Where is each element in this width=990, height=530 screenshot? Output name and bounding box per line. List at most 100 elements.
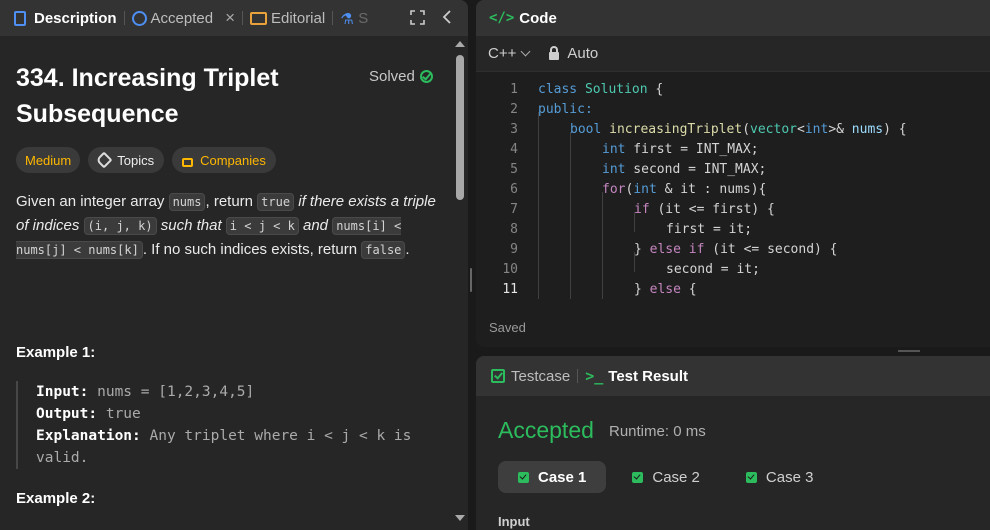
terminal-icon: >_ [585, 367, 604, 385]
language-select[interactable]: C++ [488, 45, 516, 62]
inline-code: false [361, 241, 406, 259]
statement-text: . [405, 241, 410, 258]
result-status: Accepted [498, 417, 594, 443]
case-label: Case 2 [652, 468, 700, 486]
code-token: second = INT_MAX; [625, 162, 767, 177]
line-number: 8 [510, 222, 518, 237]
code-token: for [602, 182, 626, 197]
code-token: ( [742, 122, 751, 137]
case-3-button[interactable]: Case 3 [726, 461, 834, 493]
tab-solutions-label: S [358, 9, 369, 27]
code-token: int [602, 162, 626, 177]
vertical-resize-handle[interactable] [470, 268, 472, 292]
example-explanation-line: Explanation: Any triplet where i < j < k… [36, 425, 436, 469]
code-token: int [602, 142, 626, 157]
tab-divider [242, 11, 243, 25]
companies-button[interactable]: Companies [172, 147, 276, 173]
code-icon: </> [489, 10, 515, 26]
code-token: if [634, 202, 650, 217]
inline-code: i < j < k [225, 217, 299, 235]
tab-divider [332, 11, 334, 25]
statement-text: and [298, 217, 333, 234]
line-number: 5 [510, 162, 518, 177]
code-line: 8 first = it; [476, 220, 990, 240]
tab-solutions[interactable]: ⚗ S [340, 0, 368, 36]
scrollbar-thumb[interactable] [456, 55, 464, 200]
collapse-panel-icon[interactable] [441, 8, 453, 26]
code-editor[interactable]: 1 class Solution { 2 public: 3 bool increas… [476, 72, 990, 299]
check-icon [745, 471, 757, 483]
statement-text: such that [156, 217, 226, 234]
example-1-title: Example 1: [16, 344, 96, 361]
code-token: class [538, 82, 578, 97]
expand-icon[interactable] [410, 10, 425, 25]
code-token: { [647, 82, 664, 97]
difficulty-badge: Medium [16, 147, 81, 173]
case-2-button[interactable]: Case 2 [612, 461, 720, 493]
lock-icon [182, 157, 194, 167]
statement-text: Given an integer array [16, 193, 169, 210]
code-line: 10 second = it; [476, 260, 990, 280]
tab-test-result[interactable]: Test Result [608, 368, 688, 385]
line-number: 6 [510, 182, 518, 197]
code-line: 3 bool increasingTriplet(vector<int>& num… [476, 120, 990, 140]
code-token: second = it; [666, 262, 760, 277]
code-header: </> Code [476, 0, 990, 36]
document-icon [14, 10, 26, 26]
auto-mode-label[interactable]: Auto [567, 45, 598, 62]
code-token: vector [750, 122, 797, 137]
code-token: increasingTriplet [609, 122, 743, 137]
code-token: Solution [584, 82, 648, 97]
code-toolbar: C++ Auto [476, 36, 990, 72]
code-token: >& [828, 122, 852, 137]
description-content: 334. Increasing Triplet Subsequence Solv… [0, 36, 452, 530]
code-line: 6 for(int & it : nums){ [476, 180, 990, 200]
check-icon [518, 471, 529, 483]
input-label: Input [498, 514, 530, 529]
code-line: 4 int first = INT_MAX; [476, 140, 990, 160]
tab-divider [123, 11, 125, 25]
line-number: 11 [502, 282, 518, 297]
line-number: 2 [510, 102, 518, 117]
topics-label: Topics [117, 152, 155, 168]
code-token: } [634, 282, 650, 297]
tab-description-label: Description [34, 9, 117, 27]
code-token: first = it; [666, 222, 753, 237]
case-1-button[interactable]: Case 1 [498, 461, 607, 493]
tab-editorial[interactable]: Editorial [250, 0, 325, 36]
code-title: Code [519, 9, 557, 27]
example-output-value: true [97, 406, 141, 422]
tab-description[interactable]: Description [14, 0, 117, 36]
chevron-down-icon[interactable] [520, 46, 531, 57]
check-icon [632, 471, 644, 483]
problem-statement: Given an integer array nums, return true… [16, 190, 436, 262]
runtime-label: Runtime: 0 ms [609, 423, 706, 440]
companies-label: Companies [200, 152, 266, 168]
solved-label: Solved [369, 68, 415, 85]
example-input-value: nums = [1,2,3,4,5] [88, 384, 255, 400]
inline-code: (i, j, k) [83, 217, 157, 235]
code-token: ) { [883, 122, 907, 137]
line-number: 3 [510, 122, 518, 137]
tab-accepted[interactable]: Accepted × [131, 0, 235, 36]
example-input-line: Input: nums = [1,2,3,4,5] [36, 381, 436, 403]
case-label: Case 3 [765, 468, 814, 486]
statement-text: , return [205, 193, 258, 210]
topics-button[interactable]: Topics [88, 147, 165, 173]
book-icon [250, 11, 267, 25]
scroll-down-arrow-icon[interactable] [455, 515, 465, 521]
problem-title: 334. Increasing Triplet Subsequence [16, 64, 279, 128]
flask-icon: ⚗ [340, 11, 354, 28]
tab-divider [577, 369, 579, 383]
close-tab-icon[interactable]: × [225, 8, 235, 28]
check-circle-icon [419, 70, 433, 83]
example-input-key: Input: [36, 384, 89, 400]
scroll-up-arrow-icon[interactable] [455, 41, 465, 47]
code-token: bool [570, 122, 602, 137]
line-number: 7 [510, 202, 518, 217]
description-panel: Description Accepted × Editorial ⚗ S 334… [0, 0, 468, 530]
code-panel: </> Code C++ Auto 1 class Solution { 2 pub… [476, 0, 990, 347]
line-number: 10 [502, 262, 518, 277]
horizontal-resize-handle[interactable] [898, 350, 920, 352]
tab-testcase[interactable]: Testcase [511, 368, 570, 385]
